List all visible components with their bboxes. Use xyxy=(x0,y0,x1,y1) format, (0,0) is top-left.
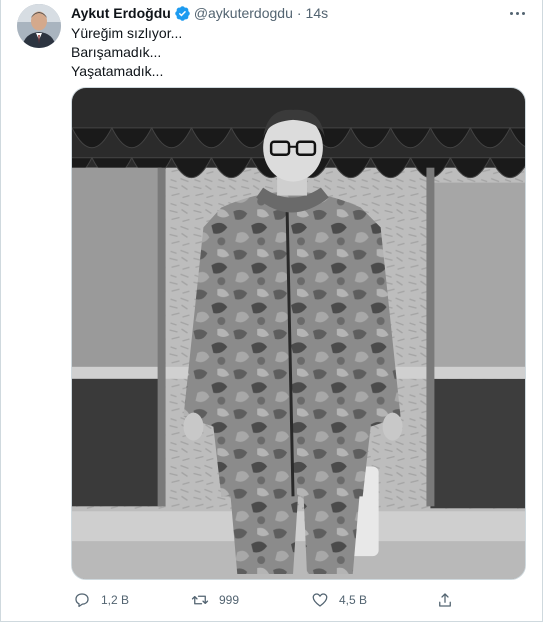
retweet-icon xyxy=(191,595,209,605)
author-avatar[interactable] xyxy=(17,4,61,48)
more-options-icon[interactable] xyxy=(506,4,528,22)
author-handle[interactable]: @aykuterdogdu xyxy=(194,5,293,21)
like-icon xyxy=(312,593,328,607)
share-icon xyxy=(439,593,451,607)
tweet-photo[interactable] xyxy=(71,87,526,580)
separator-dot: · xyxy=(296,5,302,21)
retweet-count: 999 xyxy=(219,593,240,607)
tweet-card[interactable]: Aykut Erdoğdu @aykuterdogdu · 14s Yüreği… xyxy=(0,0,543,622)
tweet-text-line: Barışamadık... xyxy=(71,44,162,60)
like-button[interactable]: 4,5 B xyxy=(311,589,367,611)
retweet-button[interactable]: 999 xyxy=(191,589,239,611)
verified-badge-icon xyxy=(175,5,190,21)
author-name[interactable]: Aykut Erdoğdu xyxy=(71,5,171,21)
share-button[interactable] xyxy=(436,589,454,611)
tweet-text-line: Yaşatamadık... xyxy=(71,63,164,79)
tweet-actions: 1,2 B 999 4,5 B xyxy=(71,589,471,611)
reply-button[interactable]: 1,2 B xyxy=(73,589,129,611)
avatar-image xyxy=(17,4,61,48)
like-count: 4,5 B xyxy=(339,593,368,607)
tweet-text: Yüreğim sızlıyor... Barışamadık... Yaşat… xyxy=(71,24,182,81)
reply-count: 1,2 B xyxy=(101,593,130,607)
reply-icon xyxy=(75,593,89,608)
photo-image xyxy=(72,88,525,579)
tweet-timestamp[interactable]: 14s xyxy=(306,5,329,21)
tweet-header: Aykut Erdoğdu @aykuterdogdu · 14s xyxy=(71,4,328,22)
tweet-text-line: Yüreğim sızlıyor... xyxy=(71,25,183,41)
